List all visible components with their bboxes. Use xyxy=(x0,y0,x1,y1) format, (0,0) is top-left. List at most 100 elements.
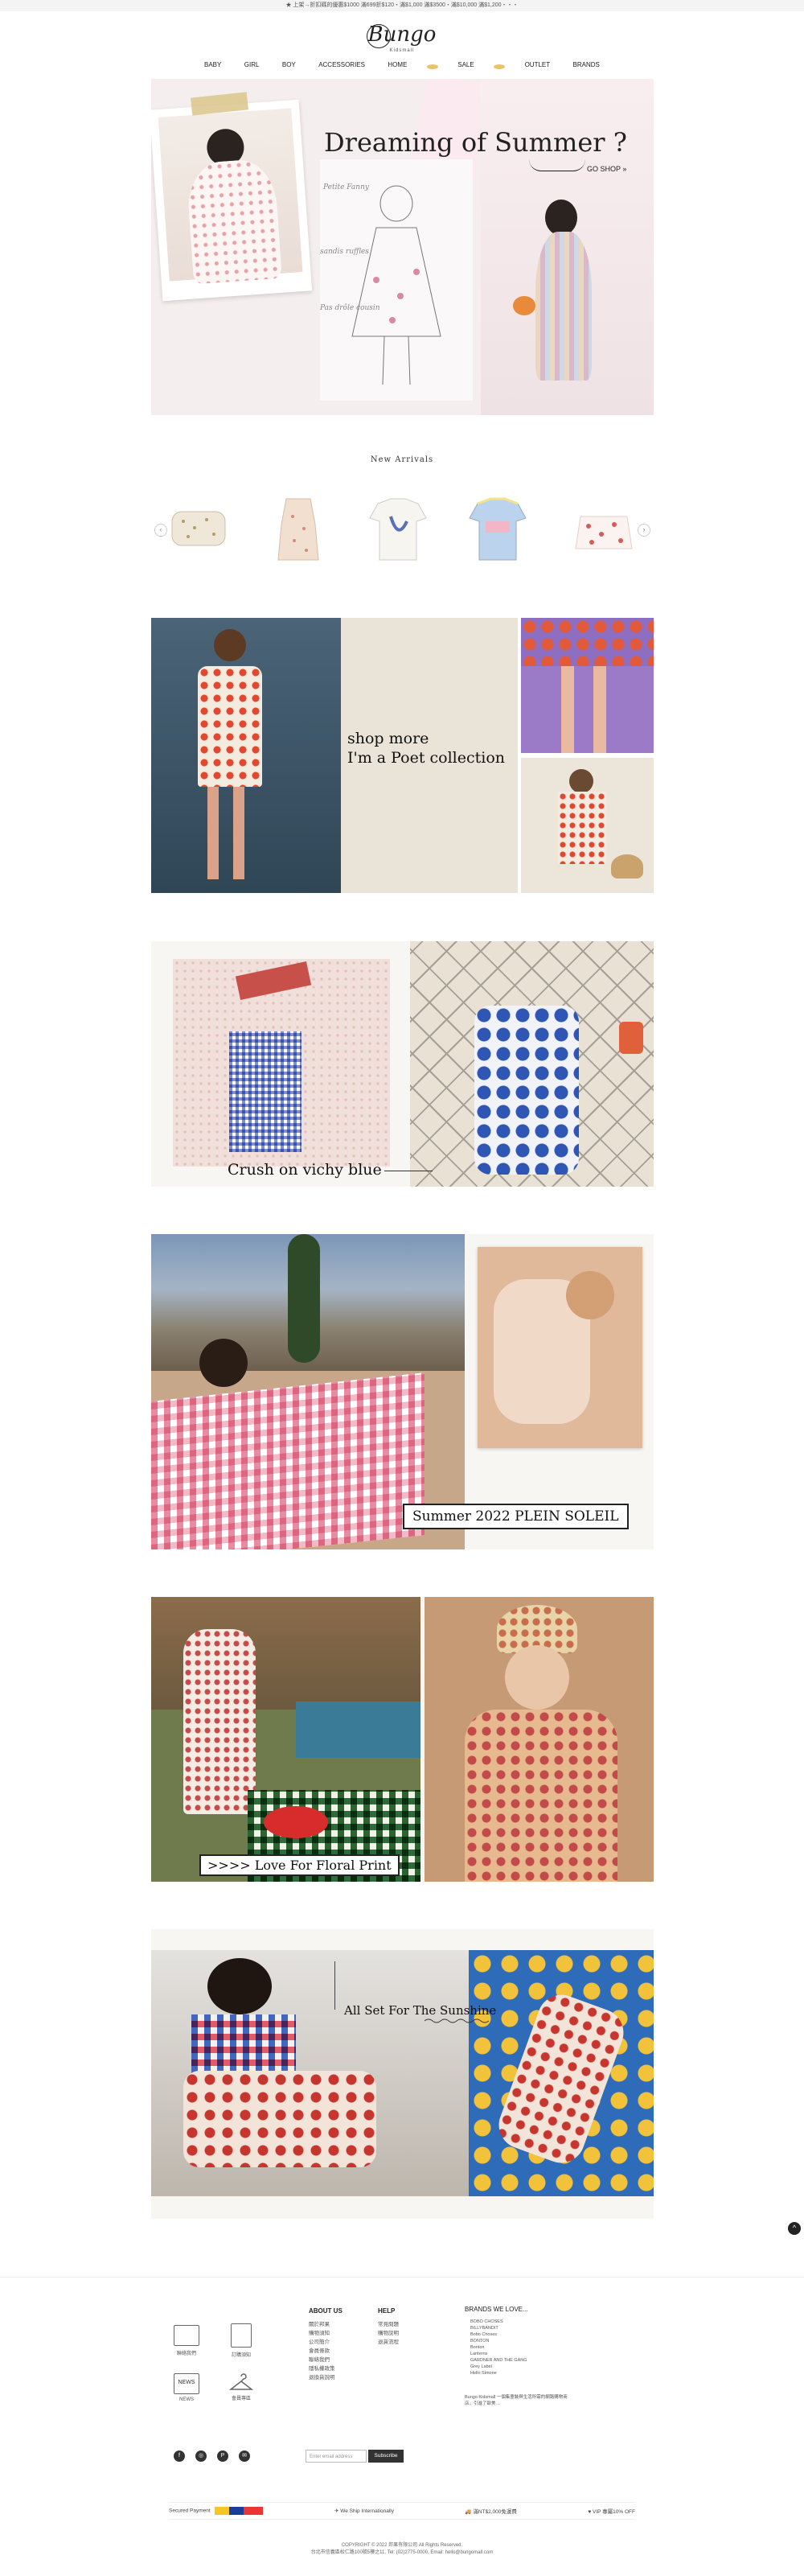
floral-outfit xyxy=(465,1710,617,1882)
facebook-icon[interactable]: f xyxy=(174,2450,185,2462)
footer-link[interactable]: 公司簡介 xyxy=(309,2338,335,2347)
floral-print-banner[interactable]: >>>> Love For Floral Print xyxy=(151,1597,654,1882)
footer-brand-link[interactable]: BONTON xyxy=(470,2338,527,2344)
gingham-girl-photo xyxy=(151,1234,465,1549)
pink-gingham-dress xyxy=(151,1372,425,1549)
footer-link[interactable]: 購物須知 xyxy=(309,2329,335,2338)
product-card-4[interactable] xyxy=(461,492,534,565)
footer-brand-link[interactable]: Bonton xyxy=(470,2344,527,2351)
blue-floral-dress xyxy=(474,1006,579,1175)
footer-link[interactable]: 常見問題 xyxy=(378,2320,399,2329)
poet-caption-line1: shop more xyxy=(347,730,429,747)
hero-go-shop-link[interactable]: GO SHOP » xyxy=(587,165,626,173)
email-icon[interactable]: ✉ xyxy=(239,2450,250,2462)
girl-basket-photo xyxy=(521,758,654,893)
company-address: 台北市信義區松仁路100號5樓之11, Tel: (02)2775-0000, … xyxy=(310,2550,494,2555)
sunshine-girl-photo xyxy=(151,1950,469,2196)
strawberry-dress-2 xyxy=(558,792,606,864)
purple-skirt xyxy=(521,618,654,666)
wavy-underline xyxy=(425,2018,489,2023)
footer-member-link[interactable]: 會員專區 xyxy=(228,2373,255,2401)
floral-hat-girl-photo xyxy=(425,1597,654,1882)
floral-skirt xyxy=(183,2071,376,2167)
footer-icon-label: NEWS xyxy=(179,2397,194,2402)
back-to-top-button[interactable]: ^ xyxy=(788,2222,801,2235)
sale-dot-icon xyxy=(426,64,438,69)
orange-bag xyxy=(619,1022,643,1054)
nav-item-home[interactable]: HOME xyxy=(384,61,410,74)
footer-brands-title: BRANDS WE LOVE... xyxy=(465,2306,528,2313)
strawberry-bowl xyxy=(264,1806,328,1838)
sunshine-towel-photo xyxy=(469,1950,654,2196)
kid-hair xyxy=(566,1271,614,1319)
footer-link[interactable]: 聯絡我們 xyxy=(309,2356,335,2364)
kid-hair xyxy=(569,769,593,793)
footer-contact-link[interactable]: 聯絡我們 xyxy=(173,2325,200,2356)
nav-item-girl[interactable]: GIRL xyxy=(241,61,263,74)
checked-top xyxy=(191,2014,296,2079)
nav-item-baby[interactable]: BABY xyxy=(201,61,224,74)
footer-brand-link[interactable]: Grey Label xyxy=(470,2364,527,2370)
subscribe-button[interactable]: Subscribe xyxy=(368,2450,404,2463)
basket xyxy=(611,854,643,879)
gingham-outfit xyxy=(229,1031,302,1152)
free-shipping-label: 滿NT$2,000免運費 xyxy=(473,2509,517,2515)
product-card-3[interactable] xyxy=(362,492,434,565)
floral-pool-photo xyxy=(151,1597,420,1882)
nav-item-accessories[interactable]: ACCESSORIES xyxy=(315,61,368,74)
footer-link[interactable]: 退貨流程 xyxy=(378,2338,399,2347)
hero-arrow-icon xyxy=(529,159,585,171)
leg-left xyxy=(561,666,574,753)
footer-brands-links: BOBO CHOSES BILLYBANDIT Bobo Choses BONT… xyxy=(470,2319,527,2376)
poet-caption[interactable]: shop more I'm a Poet collection xyxy=(347,729,505,767)
footer-about-title: ABOUT US xyxy=(309,2307,343,2315)
footer-order-link[interactable]: 訂購須知 xyxy=(228,2323,255,2358)
site-logo[interactable]: Bungo Kidsmall xyxy=(354,21,450,58)
nav-item-boy[interactable]: BOY xyxy=(279,61,299,74)
sketch-note-2: sandis ruffles xyxy=(320,248,369,256)
footer-brand-link[interactable]: Bobo Choses xyxy=(470,2331,527,2338)
nav-item-outlet[interactable]: OUTLET xyxy=(522,61,554,74)
footer-link[interactable]: 購物說明 xyxy=(378,2329,399,2338)
sunshine-banner[interactable]: All Set For The Sunshine xyxy=(151,1929,654,2219)
orange-bag xyxy=(513,296,535,315)
footer-brand-link[interactable]: GARDNER AND THE GANG xyxy=(470,2357,527,2364)
kid-hair xyxy=(545,200,577,236)
pinterest-icon[interactable]: P xyxy=(217,2450,228,2462)
site-footer xyxy=(0,2277,804,2576)
nav-item-brands[interactable]: BRANDS xyxy=(570,61,603,74)
sketch-note-1: Petite Fanny xyxy=(323,183,369,191)
footer-brand-link[interactable]: Lanterns xyxy=(470,2351,527,2357)
outlet-dot-icon xyxy=(494,64,506,69)
footer-link[interactable]: 會員條款 xyxy=(309,2347,335,2356)
list-icon xyxy=(231,2323,252,2348)
footer-news-link[interactable]: NEWS NEWS xyxy=(173,2373,200,2402)
sketch-drawing xyxy=(351,185,441,385)
footer-brand-link[interactable]: Hello Simone xyxy=(470,2370,527,2376)
product-image-romper xyxy=(277,498,319,561)
announcement-text: ★ 上架→折扣碼的優惠$1000 滿699折$120・滿$1,000 滿$350… xyxy=(285,2,519,8)
vichy-girl-book-photo xyxy=(173,959,390,1167)
floral-caption: >>>> Love For Floral Print xyxy=(199,1854,400,1876)
footer-brand-link[interactable]: BOBO CHOSES xyxy=(470,2319,527,2325)
product-card-1[interactable] xyxy=(162,492,235,565)
footer-link[interactable]: 隱私權政策 xyxy=(309,2364,335,2373)
footer-link[interactable]: 關於邦果 xyxy=(309,2320,335,2329)
plein-soleil-banner[interactable]: Summer 2022 PLEIN SOLEIL xyxy=(151,1234,654,1549)
footer-brand-description: Bungo Kidsmall 一個集童裝與生活所需的網路購物商店，引進了歐美… xyxy=(465,2395,568,2406)
hero-banner[interactable]: Petite Fanny sandis ruffles Pas drôle co… xyxy=(151,79,654,415)
announcement-bar: ★ 上架→折扣碼的優惠$1000 滿699折$120・滿$1,000 滿$350… xyxy=(0,0,804,11)
logo-tagline: Kidsmall xyxy=(389,48,415,53)
product-card-5[interactable] xyxy=(568,492,640,565)
newsletter-email-input[interactable]: Enter email address xyxy=(306,2450,367,2463)
footer-link[interactable]: 退換貨說明 xyxy=(309,2373,335,2382)
product-image-blue-tshirt xyxy=(469,497,527,561)
hug-photo xyxy=(478,1247,642,1448)
vichy-girl-rug-photo xyxy=(410,941,654,1187)
vichy-blue-banner[interactable]: Crush on vichy blue xyxy=(151,941,654,1187)
footer-brand-link[interactable]: BILLYBANDIT xyxy=(470,2325,527,2331)
product-card-2[interactable] xyxy=(262,492,334,565)
poet-collection-banner[interactable]: shop more I'm a Poet collection xyxy=(151,618,654,893)
nav-item-sale[interactable]: SALE xyxy=(454,61,477,74)
instagram-icon[interactable]: ◎ xyxy=(195,2450,207,2462)
